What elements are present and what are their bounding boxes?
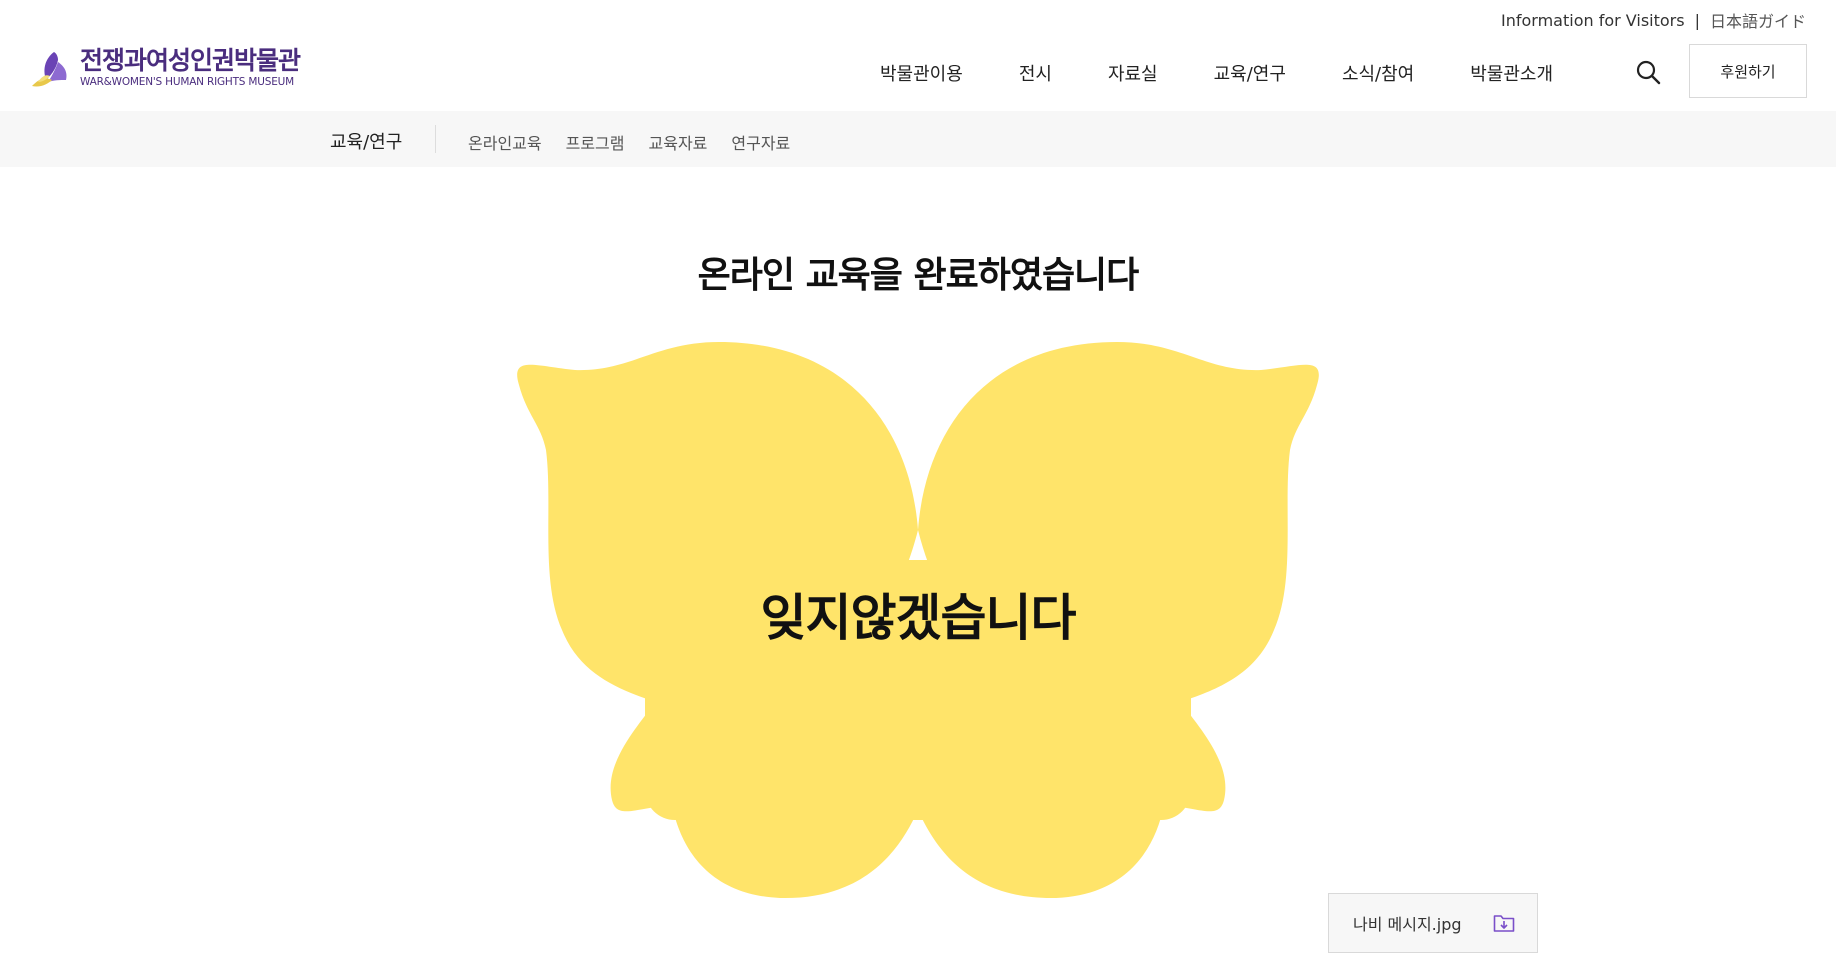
donate-button[interactable]: 후원하기 — [1689, 44, 1807, 98]
subnav-item-education-materials[interactable]: 교육자료 — [649, 130, 708, 154]
sub-navigation: 교육/연구 온라인교육 프로그램 교육자료 연구자료 — [0, 111, 1836, 167]
butterfly-logo-icon — [32, 52, 67, 87]
utility-links: Information for Visitors | 日本語ガイド — [1501, 8, 1806, 32]
nav-item-museum-use[interactable]: 박물관이용 — [880, 60, 963, 86]
visitors-info-link[interactable]: Information for Visitors — [1501, 11, 1685, 30]
page-title: 온라인 교육을 완료하였습니다 — [697, 255, 1140, 296]
nav-item-exhibition[interactable]: 전시 — [1019, 60, 1052, 86]
logo-name-english: WAR&WOMEN'S HUMAN RIGHTS MUSEUM — [80, 76, 295, 89]
download-filename: 나비 메시지.jpg — [1353, 915, 1462, 934]
japanese-guide-link[interactable]: 日本語ガイド — [1710, 8, 1806, 32]
download-folder-icon — [1493, 915, 1515, 932]
download-butterfly-message-button[interactable]: 나비 메시지.jpg — [1328, 893, 1538, 953]
butterfly-message: 잊지않겠습니다 — [760, 589, 1077, 647]
subnav-item-program[interactable]: 프로그램 — [566, 130, 625, 154]
logo-name-korean: 전쟁과여성인권박물관 — [80, 46, 301, 76]
utility-separator: | — [1694, 10, 1700, 30]
nav-item-news-participation[interactable]: 소식/참여 — [1342, 60, 1414, 86]
nav-item-education-research[interactable]: 교육/연구 — [1214, 60, 1286, 86]
nav-item-about-museum[interactable]: 박물관소개 — [1470, 60, 1553, 86]
site-logo[interactable]: 전쟁과여성인권박물관 WAR&WOMEN'S HUMAN RIGHTS MUSE… — [28, 46, 301, 90]
search-icon[interactable] — [1634, 58, 1662, 86]
main-navigation: 박물관이용 전시 자료실 교육/연구 소식/참여 박물관소개 — [880, 60, 1553, 86]
nav-item-archive[interactable]: 자료실 — [1108, 60, 1158, 86]
page: Information for Visitors | 日本語ガイド 전쟁과여성인… — [0, 0, 1836, 976]
subnav-links: 온라인교육 프로그램 교육자료 연구자료 — [468, 130, 814, 154]
subnav-current-section[interactable]: 교육/연구 — [330, 128, 402, 154]
subnav-divider — [435, 125, 436, 153]
subnav-item-research-materials[interactable]: 연구자료 — [731, 130, 790, 154]
subnav-item-online-education[interactable]: 온라인교육 — [468, 130, 542, 154]
